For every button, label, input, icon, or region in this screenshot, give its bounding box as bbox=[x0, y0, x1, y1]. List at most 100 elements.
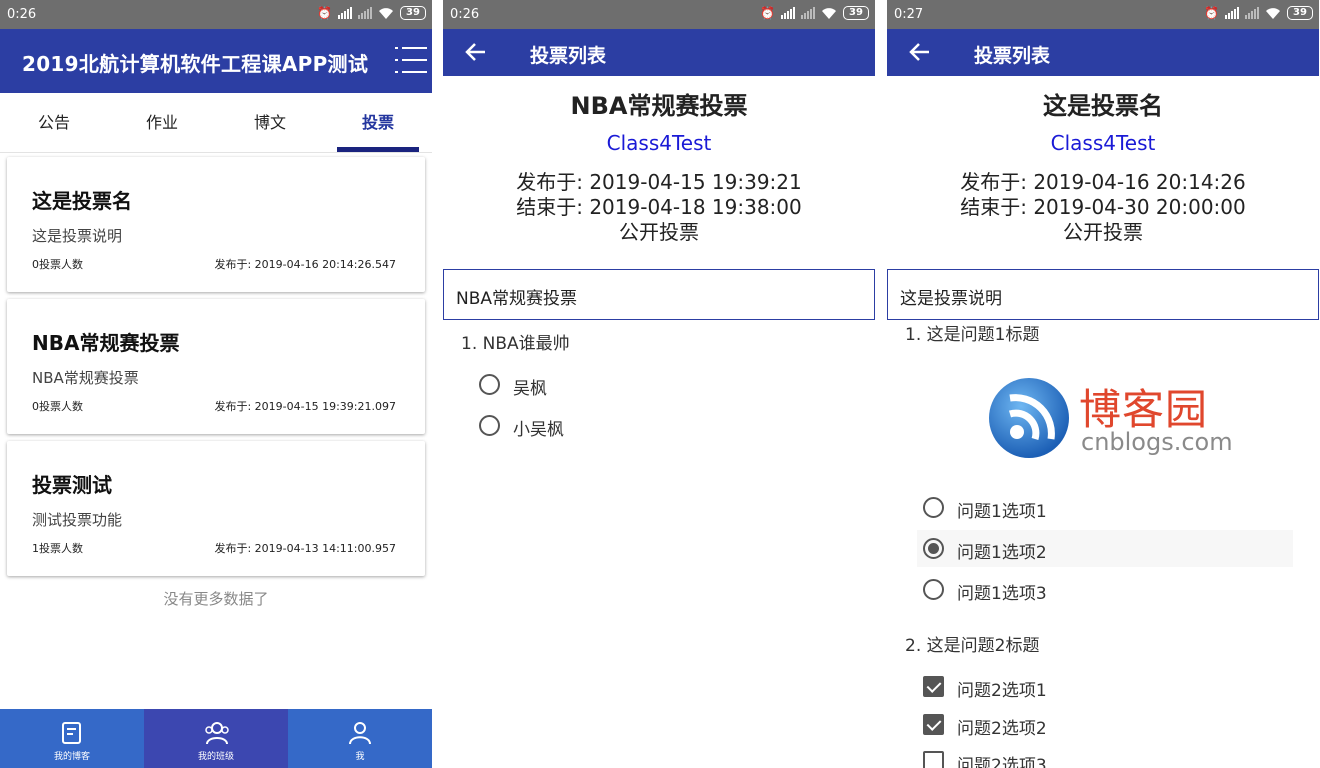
back-arrow-icon[interactable] bbox=[463, 39, 489, 65]
visibility-label: 公开投票 bbox=[619, 220, 699, 244]
vote-title: 这是投票名 bbox=[1043, 92, 1163, 120]
radio-option[interactable]: 问题1选项2 bbox=[923, 535, 1123, 565]
radio-button[interactable] bbox=[923, 497, 944, 518]
vote-description: 这是投票说明 bbox=[900, 289, 1002, 309]
radio-option[interactable]: 小吴枫 bbox=[479, 412, 679, 442]
signal-icon bbox=[781, 7, 795, 19]
toolbar: 投票列表 bbox=[443, 29, 875, 76]
checkbox[interactable] bbox=[923, 751, 944, 768]
question-title: 1. 这是问题1标题 bbox=[905, 325, 1040, 345]
option-label: 小吴枫 bbox=[513, 420, 564, 440]
vote-card-count: 0投票人数 bbox=[32, 400, 83, 413]
signal-icon-secondary bbox=[1245, 7, 1259, 19]
wifi-icon bbox=[822, 7, 836, 19]
battery-icon: 39 bbox=[843, 6, 869, 20]
visibility-label: 公开投票 bbox=[1063, 220, 1143, 244]
radio-option[interactable]: 吴枫 bbox=[479, 371, 679, 401]
option-label: 问题1选项2 bbox=[957, 543, 1047, 563]
battery-icon: 39 bbox=[400, 6, 426, 20]
signal-icon bbox=[1225, 7, 1239, 19]
signal-icon-secondary bbox=[358, 7, 372, 19]
option-label: 问题1选项1 bbox=[957, 502, 1047, 522]
vote-card-count: 0投票人数 bbox=[32, 258, 83, 271]
vote-card[interactable]: 投票测试 测试投票功能 1投票人数 发布于: 2019-04-13 14:11:… bbox=[7, 441, 425, 576]
vote-card-date: 发布于: 2019-04-13 14:11:00.957 bbox=[214, 542, 396, 555]
checkbox-option[interactable]: 问题2选项1 bbox=[923, 673, 1123, 703]
tab-votes[interactable]: 投票 bbox=[324, 93, 432, 153]
checkbox-checked[interactable] bbox=[923, 714, 944, 735]
alarm-icon: ⏰ bbox=[760, 6, 775, 20]
vote-card-title: 这是投票名 bbox=[32, 189, 132, 213]
bottom-navigation: 我的博客 我的班级 我 bbox=[0, 709, 432, 768]
status-time: 0:26 bbox=[7, 7, 37, 22]
option-label: 吴枫 bbox=[513, 379, 547, 399]
vote-list-screen: 0:26 ⏰ 39 2019北航计算机软件工程课APP测试 公告 作业 博文 投… bbox=[0, 0, 432, 768]
vote-detail-screen-nba: 0:26 ⏰ 39 投票列表 NBA常规赛投票 Class4Test 发布于: … bbox=[443, 0, 875, 768]
app-bar: 2019北航计算机软件工程课APP测试 bbox=[0, 29, 432, 93]
option-label: 问题2选项1 bbox=[957, 681, 1047, 701]
user-icon bbox=[349, 722, 371, 745]
status-time: 0:26 bbox=[450, 7, 480, 22]
toolbar: 投票列表 bbox=[887, 29, 1319, 76]
tab-announcements[interactable]: 公告 bbox=[0, 93, 108, 153]
vote-card-desc: 测试投票功能 bbox=[32, 511, 123, 529]
vote-card[interactable]: NBA常规赛投票 NBA常规赛投票 0投票人数 发布于: 2019-04-15 … bbox=[7, 299, 425, 434]
menu-icon[interactable] bbox=[395, 45, 427, 75]
option-label: 问题2选项3 bbox=[957, 756, 1047, 768]
vote-title: NBA常规赛投票 bbox=[570, 92, 748, 120]
nav-my-class[interactable]: 我的班级 bbox=[144, 709, 288, 768]
vote-card-title: 投票测试 bbox=[32, 473, 112, 497]
signal-icon-secondary bbox=[801, 7, 815, 19]
alarm-icon: ⏰ bbox=[317, 6, 332, 20]
nav-label: 我的班级 bbox=[197, 752, 234, 762]
logo-text-en: cnblogs.com bbox=[1081, 428, 1233, 456]
signal-icon bbox=[338, 7, 352, 19]
vote-card-title: NBA常规赛投票 bbox=[32, 331, 180, 355]
category-tabs: 公告 作业 博文 投票 bbox=[0, 93, 432, 153]
nav-label: 我的博客 bbox=[53, 752, 90, 762]
alarm-icon: ⏰ bbox=[1204, 6, 1219, 20]
vote-description-box: NBA常规赛投票 bbox=[443, 269, 875, 320]
radio-button[interactable] bbox=[479, 415, 500, 436]
back-arrow-icon[interactable] bbox=[907, 39, 933, 65]
vote-card-date: 发布于: 2019-04-16 20:14:26.547 bbox=[214, 258, 396, 271]
blog-icon bbox=[62, 722, 81, 744]
tab-homework[interactable]: 作业 bbox=[108, 93, 216, 153]
status-bar: 0:26 ⏰ 39 bbox=[443, 0, 875, 29]
radio-button[interactable] bbox=[479, 374, 500, 395]
status-time: 0:27 bbox=[894, 7, 924, 22]
wifi-icon bbox=[379, 7, 393, 19]
option-label: 问题1选项3 bbox=[957, 584, 1047, 604]
toolbar-title: 投票列表 bbox=[974, 45, 1051, 67]
vote-card-desc: NBA常规赛投票 bbox=[32, 369, 139, 387]
radio-option[interactable]: 问题1选项3 bbox=[923, 576, 1123, 606]
radio-button-selected[interactable] bbox=[923, 538, 944, 559]
vote-description-box: 这是投票说明 bbox=[887, 269, 1319, 320]
wifi-icon bbox=[1266, 7, 1280, 19]
option-label: 问题2选项2 bbox=[957, 719, 1047, 739]
nav-me[interactable]: 我 bbox=[288, 709, 432, 768]
vote-card-desc: 这是投票说明 bbox=[32, 227, 123, 245]
status-bar: 0:26 ⏰ 39 bbox=[0, 0, 432, 29]
question-title: 1. NBA谁最帅 bbox=[461, 334, 570, 354]
battery-icon: 39 bbox=[1287, 6, 1313, 20]
nav-my-blog[interactable]: 我的博客 bbox=[0, 709, 144, 768]
active-tab-indicator bbox=[337, 147, 419, 152]
cnblogs-logo: 博客园 cnblogs.com bbox=[987, 374, 1233, 466]
toolbar-title: 投票列表 bbox=[530, 45, 607, 67]
rss-logo-icon bbox=[989, 378, 1069, 458]
checkbox-checked[interactable] bbox=[923, 676, 944, 697]
nav-label: 我 bbox=[355, 752, 365, 762]
class-name-link[interactable]: Class4Test bbox=[443, 131, 875, 155]
checkbox-option[interactable]: 问题2选项2 bbox=[923, 711, 1123, 741]
vote-card-count: 1投票人数 bbox=[32, 542, 83, 555]
radio-button[interactable] bbox=[923, 579, 944, 600]
class-icon bbox=[205, 722, 229, 745]
checkbox-option[interactable]: 问题2选项3 bbox=[923, 748, 1123, 768]
tab-blog-posts[interactable]: 博文 bbox=[216, 93, 324, 153]
vote-card[interactable]: 这是投票名 这是投票说明 0投票人数 发布于: 2019-04-16 20:14… bbox=[7, 157, 425, 292]
app-title: 2019北航计算机软件工程课APP测试 bbox=[22, 52, 369, 76]
radio-option[interactable]: 问题1选项1 bbox=[923, 494, 1123, 524]
class-name-link[interactable]: Class4Test bbox=[887, 131, 1319, 155]
vote-card-date: 发布于: 2019-04-15 19:39:21.097 bbox=[214, 400, 396, 413]
